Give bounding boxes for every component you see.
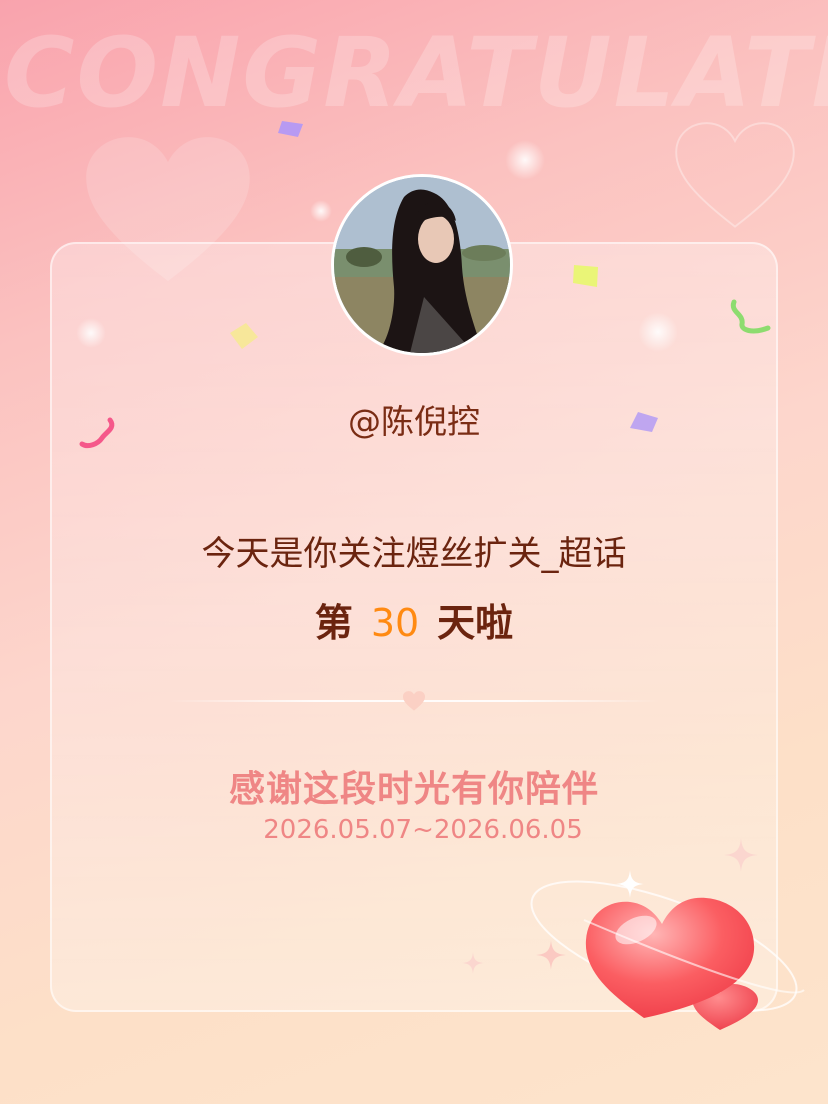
day-count: 30 [370, 601, 420, 645]
watermark-congratulate: CONGRATULATE [4, 17, 828, 129]
glow-dot [505, 140, 545, 180]
thanks-text: 感谢这段时光有你陪伴 [228, 769, 599, 810]
glow-dot [310, 200, 332, 222]
day-count-line: 第 30 天啦 [0, 592, 828, 647]
heart-icon [530, 870, 805, 1030]
date-range: 2026.05.07~2026.06.05 [263, 815, 583, 845]
sparkle-icon [462, 952, 484, 974]
day-prefix: 第 [314, 601, 353, 645]
follow-message: 今天是你关注煜丝扩关_超话 [201, 534, 627, 574]
divider-heart-icon [402, 691, 426, 711]
day-suffix: 天啦 [437, 601, 514, 645]
congratulation-card-page: CONGRATULATE @陈倪控 今天是你关注煜丝扩关_超话 第 30 天啦 … [0, 0, 828, 1104]
confetti-icon-yellow-small [230, 323, 258, 349]
background-heart-icon-right [670, 118, 800, 233]
confetti-icon-green [730, 299, 771, 334]
confetti-icon-purple [278, 121, 303, 137]
username[interactable]: @陈倪控 [0, 395, 828, 443]
avatar[interactable] [331, 174, 513, 356]
confetti-icon-yellow [573, 265, 598, 287]
